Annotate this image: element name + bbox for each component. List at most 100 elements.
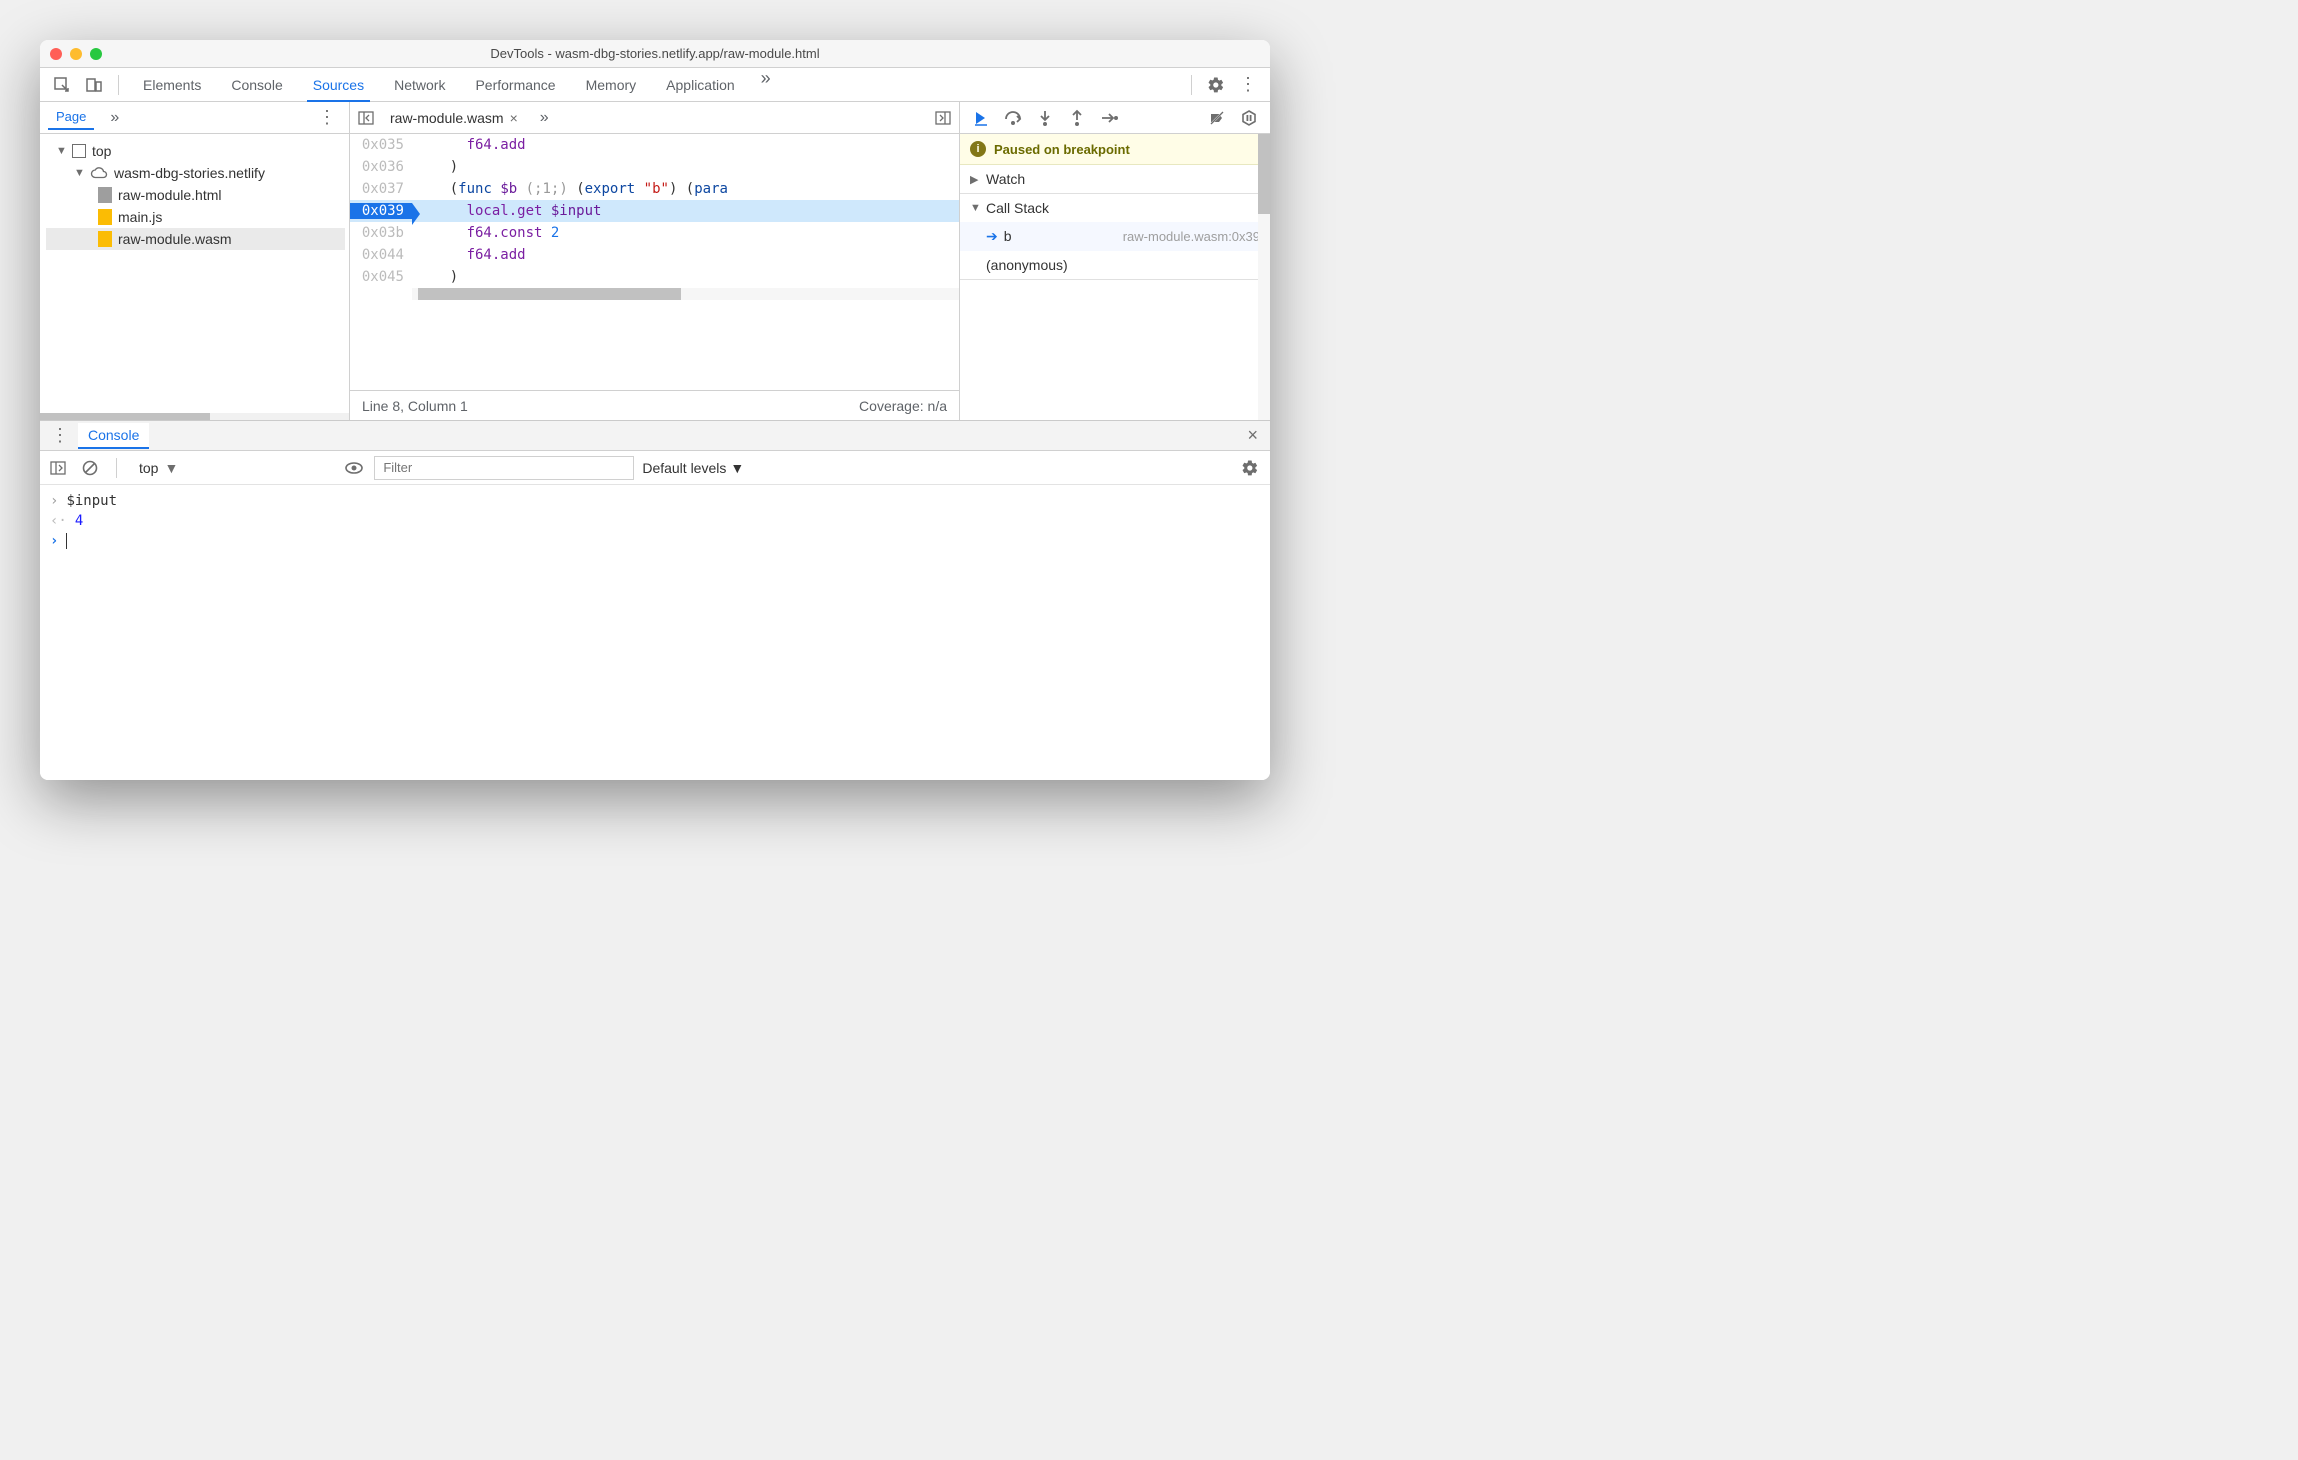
code-line[interactable]: 0x037 (func $b (;1;) (export "b") (para (350, 178, 959, 200)
line-address[interactable]: 0x039 (350, 203, 412, 219)
drawer-close-icon[interactable]: × (1241, 425, 1264, 446)
inspect-element-icon[interactable] (48, 71, 76, 99)
paused-message: Paused on breakpoint (994, 142, 1130, 157)
close-window-button[interactable] (50, 48, 62, 60)
line-address[interactable]: 0x036 (350, 159, 412, 175)
watch-header[interactable]: ▶ Watch (960, 165, 1270, 193)
code-line[interactable]: 0x035 f64.add (350, 134, 959, 156)
section-label: Call Stack (986, 200, 1049, 216)
device-toggle-icon[interactable] (80, 71, 108, 99)
drawer-menu-icon[interactable]: ⋮ (46, 425, 74, 446)
tree-label: raw-module.wasm (118, 231, 232, 247)
console-sidebar-toggle-icon[interactable] (46, 456, 70, 480)
file-tabs-overflow-icon[interactable]: » (530, 109, 559, 127)
code-line[interactable]: 0x036 ) (350, 156, 959, 178)
toggle-debugger-icon[interactable] (931, 106, 955, 130)
console-prompt[interactable]: › (50, 531, 1260, 551)
more-menu-icon[interactable]: ⋮ (1234, 74, 1262, 95)
editor-pane: raw-module.wasm × » 0x035 f64.add0x036 )… (350, 102, 960, 420)
tab-elements[interactable]: Elements (129, 68, 215, 102)
line-address[interactable]: 0x045 (350, 269, 412, 285)
editor-hscrollbar[interactable] (412, 288, 959, 300)
code-line[interactable]: 0x03b f64.const 2 (350, 222, 959, 244)
tree-node-domain[interactable]: ▼ wasm-dbg-stories.netlify (46, 162, 345, 184)
step-into-button[interactable] (1030, 104, 1060, 132)
close-tab-icon[interactable]: × (510, 110, 518, 126)
line-content: (func $b (;1;) (export "b") (para (412, 181, 959, 197)
log-levels-selector[interactable]: Default levels ▼ (642, 460, 744, 476)
console-output[interactable]: › $input ‹· 4 › (40, 485, 1270, 780)
file-tab-label: raw-module.wasm (390, 110, 504, 126)
pause-on-exceptions-button[interactable] (1234, 104, 1264, 132)
line-address[interactable]: 0x044 (350, 247, 412, 263)
line-address[interactable]: 0x037 (350, 181, 412, 197)
console-settings-icon[interactable] (1236, 459, 1264, 477)
navigator-tab-page[interactable]: Page (48, 105, 94, 130)
navigator-tabs-overflow-icon[interactable]: » (100, 109, 129, 127)
console-text: $input (66, 493, 117, 509)
tree-node-top[interactable]: ▼ top (46, 140, 345, 162)
navigator-menu-icon[interactable]: ⋮ (313, 107, 341, 128)
info-icon: i (970, 141, 986, 157)
frame-location: raw-module.wasm:0x39 (1123, 229, 1260, 244)
code-line[interactable]: 0x045 ) (350, 266, 959, 288)
file-icon (98, 187, 112, 203)
tab-console[interactable]: Console (217, 68, 296, 102)
line-address[interactable]: 0x035 (350, 137, 412, 153)
debugger-pane: i Paused on breakpoint ▶ Watch ▼ Call St… (960, 102, 1270, 420)
code-line[interactable]: 0x039 local.get $input (350, 200, 959, 222)
line-content: ) (412, 269, 959, 285)
dropdown-icon: ▼ (164, 460, 178, 476)
file-tab-bar: raw-module.wasm × » (350, 102, 959, 134)
live-expression-icon[interactable] (342, 456, 366, 480)
separator (118, 75, 119, 95)
step-over-button[interactable] (998, 104, 1028, 132)
code-line[interactable]: 0x044 f64.add (350, 244, 959, 266)
line-content: ) (412, 159, 959, 175)
frame-icon (72, 144, 86, 158)
line-content: local.get $input (412, 203, 959, 219)
context-label: top (139, 460, 158, 476)
coverage-status: Coverage: n/a (859, 398, 947, 414)
maximize-window-button[interactable] (90, 48, 102, 60)
callstack-header[interactable]: ▼ Call Stack (960, 194, 1270, 222)
navigator-hscrollbar[interactable] (40, 413, 349, 420)
devtools-window: DevTools - wasm-dbg-stories.netlify.app/… (40, 40, 1270, 780)
stack-frame[interactable]: (anonymous) (960, 251, 1270, 279)
tree-file-js[interactable]: main.js (46, 206, 345, 228)
minimize-window-button[interactable] (70, 48, 82, 60)
stack-frame[interactable]: ➔b raw-module.wasm:0x39 (960, 222, 1270, 251)
step-button[interactable] (1094, 104, 1124, 132)
collapse-icon: ▶ (970, 173, 980, 186)
debugger-vscrollbar[interactable] (1258, 134, 1270, 420)
tabs-overflow-icon[interactable]: » (751, 68, 781, 102)
window-title: DevTools - wasm-dbg-stories.netlify.app/… (490, 46, 819, 61)
levels-label: Default levels (642, 460, 726, 476)
line-content: f64.add (412, 137, 959, 153)
step-out-button[interactable] (1062, 104, 1092, 132)
drawer-tab-console[interactable]: Console (78, 423, 149, 449)
tab-performance[interactable]: Performance (461, 68, 569, 102)
tab-sources[interactable]: Sources (299, 68, 378, 102)
editor-statusbar: Line 8, Column 1 Coverage: n/a (350, 390, 959, 420)
tab-application[interactable]: Application (652, 68, 749, 102)
tab-memory[interactable]: Memory (572, 68, 651, 102)
deactivate-breakpoints-button[interactable] (1202, 104, 1232, 132)
clear-console-icon[interactable] (78, 456, 102, 480)
tree-file-wasm[interactable]: raw-module.wasm (46, 228, 345, 250)
traffic-lights (50, 48, 102, 60)
output-marker-icon: ‹· (50, 513, 67, 529)
file-tab[interactable]: raw-module.wasm × (384, 110, 524, 126)
settings-gear-icon[interactable] (1202, 76, 1230, 94)
code-editor[interactable]: 0x035 f64.add0x036 )0x037 (func $b (;1;)… (350, 134, 959, 390)
line-address[interactable]: 0x03b (350, 225, 412, 241)
resume-button[interactable] (966, 104, 996, 132)
current-frame-icon: ➔ (986, 228, 998, 244)
console-filter-input[interactable] (374, 456, 634, 480)
tree-label: top (92, 143, 111, 159)
tree-file-html[interactable]: raw-module.html (46, 184, 345, 206)
execution-context-selector[interactable]: top ▼ (131, 458, 186, 478)
debugger-toolbar (960, 102, 1270, 134)
tab-network[interactable]: Network (380, 68, 459, 102)
toggle-navigator-icon[interactable] (354, 106, 378, 130)
